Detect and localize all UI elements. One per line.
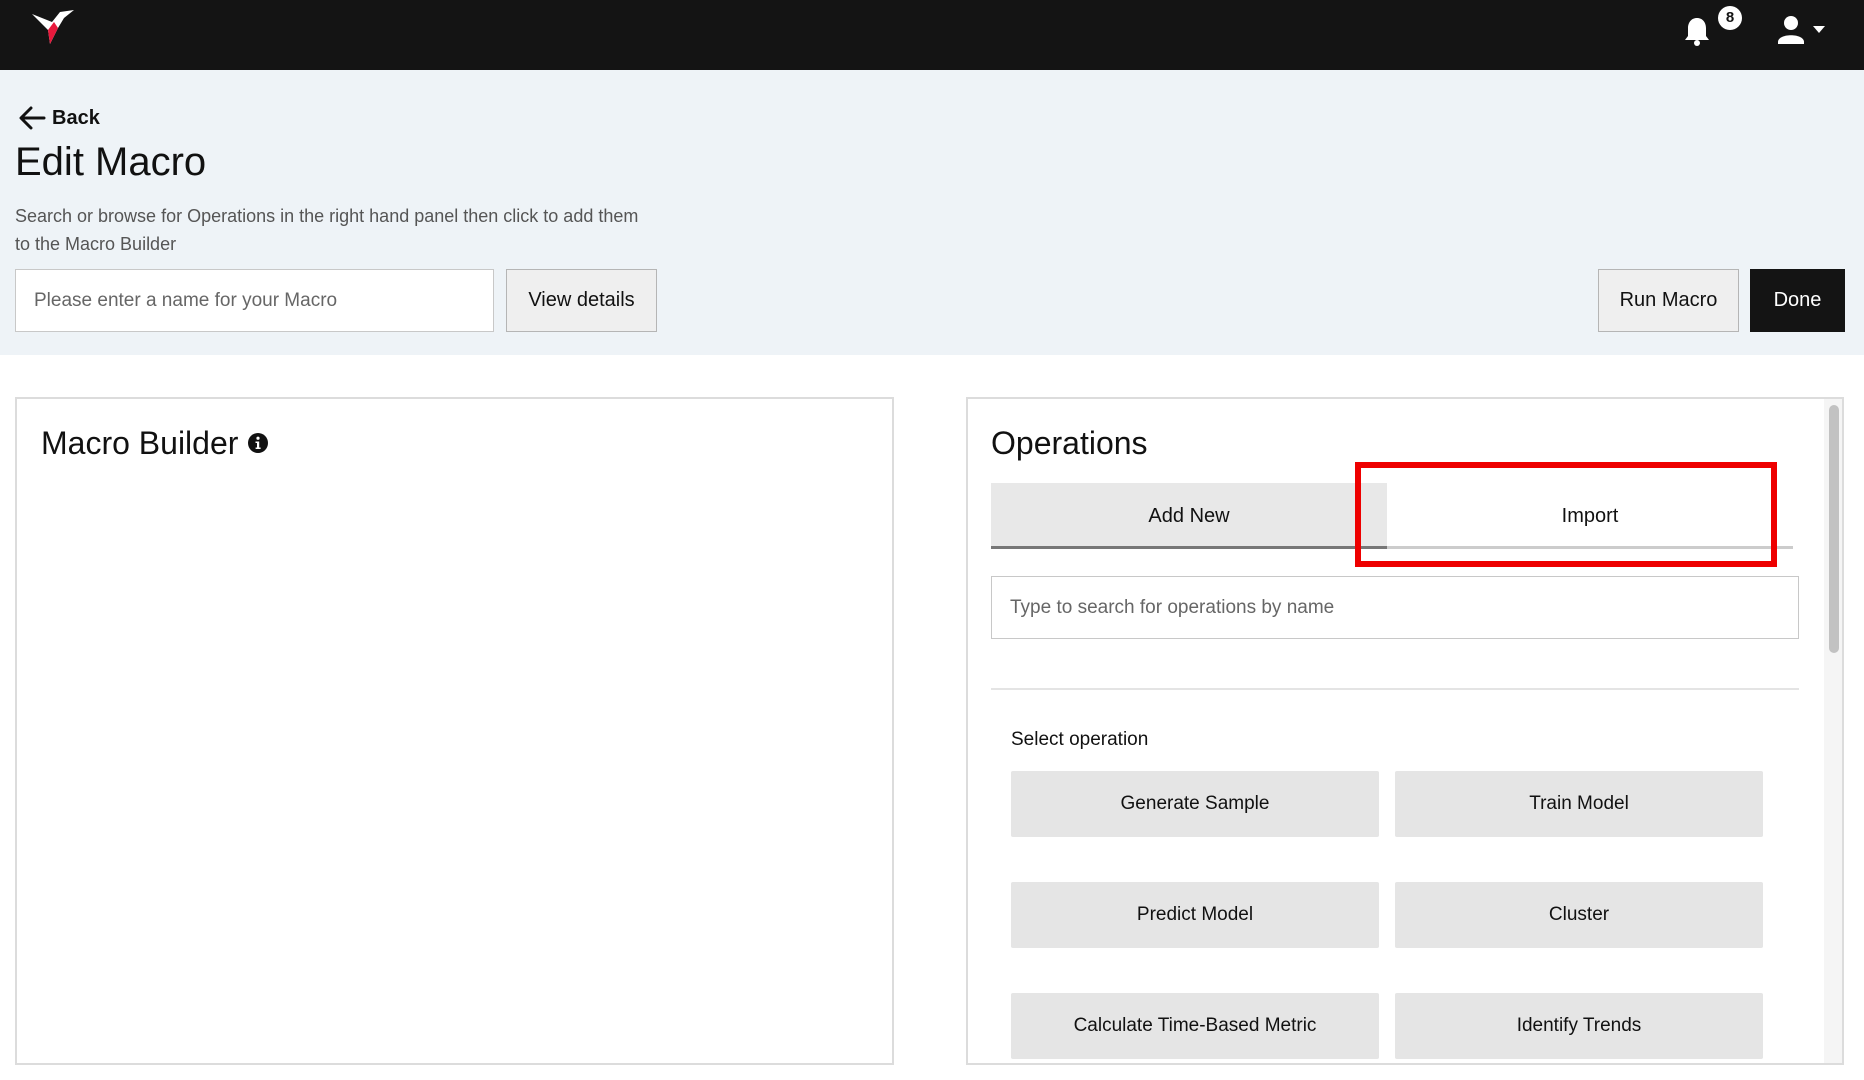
scrollbar-thumb[interactable] (1829, 405, 1839, 653)
caret-down-icon (1813, 26, 1825, 33)
page-title: Edit Macro (15, 140, 207, 184)
user-menu-button[interactable] (1775, 12, 1831, 48)
macro-builder-title: Macro Builder (41, 425, 239, 461)
operation-train-model-button[interactable]: Train Model (1395, 771, 1763, 837)
operation-generate-sample-button[interactable]: Generate Sample (1011, 771, 1379, 837)
divider (991, 688, 1799, 690)
operations-title: Operations (991, 425, 1148, 461)
tab-import[interactable]: Import (1387, 483, 1793, 549)
tab-add-new[interactable]: Add New (991, 483, 1387, 549)
operation-calculate-time-based-metric-button[interactable]: Calculate Time-Based Metric (1011, 993, 1379, 1059)
back-label: Back (52, 106, 100, 129)
run-macro-button[interactable]: Run Macro (1598, 269, 1739, 332)
info-icon[interactable] (247, 432, 269, 454)
bird-logo-icon[interactable] (30, 8, 78, 48)
notification-count-badge: 8 (1718, 6, 1742, 30)
view-details-button[interactable]: View details (506, 269, 657, 332)
operation-cluster-button[interactable]: Cluster (1395, 882, 1763, 948)
macro-builder-panel[interactable]: Macro Builder (15, 397, 894, 1065)
operations-panel: Operations Add New Import Select operati… (966, 397, 1844, 1065)
select-operation-label: Select operation (1011, 729, 1149, 750)
arrow-left-icon (19, 106, 46, 130)
user-icon (1778, 16, 1804, 44)
done-button[interactable]: Done (1750, 269, 1845, 332)
operations-search-input[interactable] (991, 576, 1799, 639)
operation-predict-model-button[interactable]: Predict Model (1011, 882, 1379, 948)
macro-name-input[interactable] (15, 269, 494, 332)
page-subtitle: Search or browse for Operations in the r… (15, 206, 639, 254)
back-link[interactable]: Back (18, 102, 100, 134)
operation-identify-trends-button[interactable]: Identify Trends (1395, 993, 1763, 1059)
bell-icon[interactable] (1680, 14, 1714, 48)
top-nav-bar: 8 (0, 0, 1864, 70)
